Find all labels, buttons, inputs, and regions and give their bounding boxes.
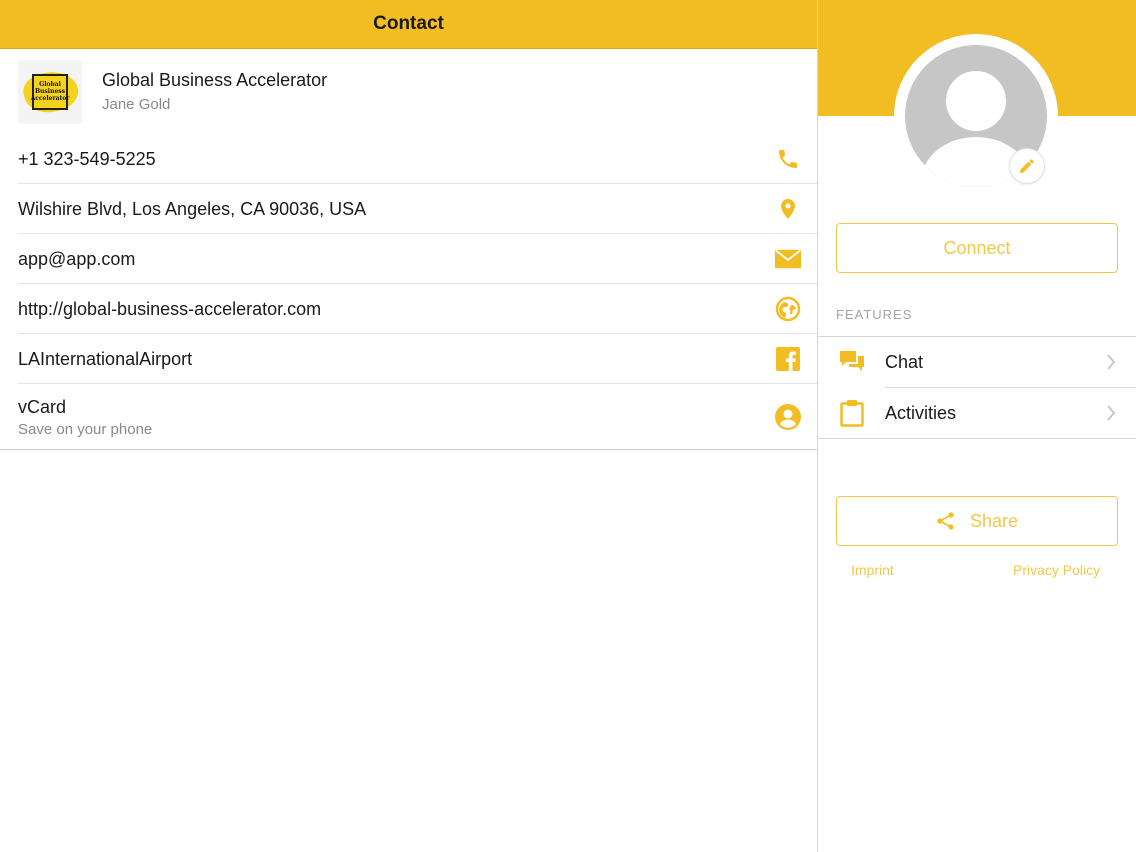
features-heading: FEATURES xyxy=(836,307,913,322)
header-bar: Contact xyxy=(0,0,817,49)
facebook-icon[interactable] xyxy=(775,346,801,372)
vcard-subtitle: Save on your phone xyxy=(18,420,153,438)
company-logo: Global Business Accelerator xyxy=(18,59,82,124)
contact-person: Jane Gold xyxy=(102,96,171,113)
privacy-policy-link[interactable]: Privacy Policy xyxy=(1013,562,1100,578)
features-list: Chat Activities xyxy=(818,336,1136,439)
location-pin-icon[interactable] xyxy=(775,196,801,222)
chevron-right-icon xyxy=(1106,354,1116,370)
connect-button[interactable]: Connect xyxy=(836,223,1118,273)
address-row[interactable]: Wilshire Blvd, Los Angeles, CA 90036, US… xyxy=(0,184,817,234)
divider xyxy=(818,438,1136,439)
feature-item-activities[interactable]: Activities xyxy=(818,388,1136,438)
website-text: http://global-business-accelerator.com xyxy=(18,298,322,319)
share-icon xyxy=(936,511,956,531)
logo-text: Global Business Accelerator xyxy=(31,73,69,110)
facebook-text: LAInternationalAirport xyxy=(18,348,193,369)
phone-number: +1 323-549-5225 xyxy=(18,148,156,169)
vcard-title: vCard xyxy=(18,396,67,417)
phone-row[interactable]: +1 323-549-5225 xyxy=(0,134,817,184)
address-text: Wilshire Blvd, Los Angeles, CA 90036, US… xyxy=(18,198,367,219)
email-row[interactable]: app@app.com xyxy=(0,234,817,284)
connect-label: Connect xyxy=(943,237,1011,258)
account-circle-icon[interactable] xyxy=(775,404,801,430)
profile-pane: Connect FEATURES Chat Activities Share I… xyxy=(818,0,1136,852)
page-title: Contact xyxy=(373,13,444,34)
email-text: app@app.com xyxy=(18,248,136,269)
company-row[interactable]: Global Business Accelerator Global Busin… xyxy=(0,49,817,134)
share-label: Share xyxy=(969,510,1019,531)
vcard-row[interactable]: vCard Save on your phone xyxy=(0,384,817,450)
chevron-right-icon xyxy=(1106,405,1116,421)
website-row[interactable]: http://global-business-accelerator.com xyxy=(0,284,817,334)
edit-avatar-button[interactable] xyxy=(1009,148,1045,184)
imprint-link[interactable]: Imprint xyxy=(851,562,894,578)
activities-label: Activities xyxy=(885,402,957,423)
envelope-icon[interactable] xyxy=(775,246,801,272)
globe-icon[interactable] xyxy=(775,296,801,322)
feature-item-chat[interactable]: Chat xyxy=(818,337,1136,387)
pencil-icon xyxy=(1018,157,1036,175)
share-button[interactable]: Share xyxy=(836,496,1118,546)
clipboard-icon xyxy=(838,399,866,427)
phone-icon[interactable] xyxy=(775,146,801,172)
contact-pane: Contact Global Business Accelerator Glob… xyxy=(0,0,817,852)
facebook-row[interactable]: LAInternationalAirport xyxy=(0,334,817,384)
chat-bubbles-icon xyxy=(838,348,866,376)
chat-label: Chat xyxy=(885,351,924,372)
company-name: Global Business Accelerator xyxy=(102,70,328,90)
avatar-head xyxy=(946,71,1006,131)
